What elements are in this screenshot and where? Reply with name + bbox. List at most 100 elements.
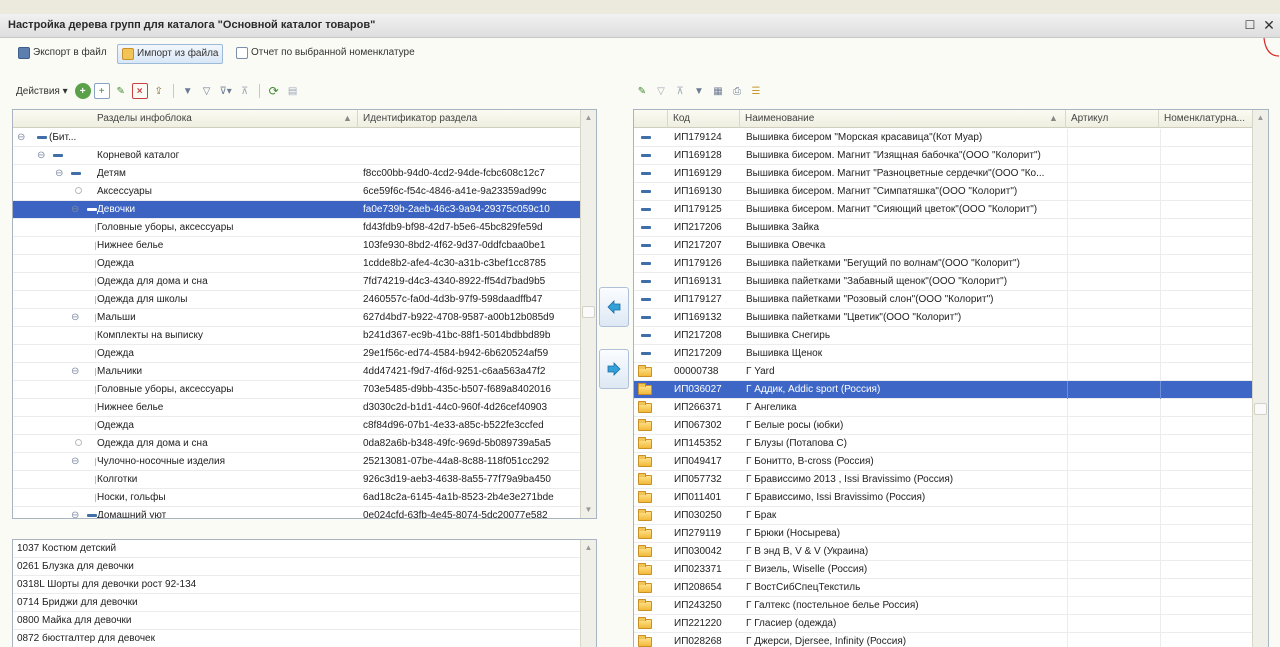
col-section-id[interactable]: Идентификатор раздела bbox=[359, 110, 582, 128]
scroll-down-icon[interactable]: ▼ bbox=[581, 502, 596, 518]
col-sections[interactable]: Разделы инфоблока bbox=[13, 110, 358, 128]
add-group-icon[interactable]: + bbox=[93, 83, 110, 99]
tree-row[interactable]: ⊖ Мальши 627d4bd7-b922-4708-9587-a00b12b08… bbox=[13, 309, 582, 327]
grid-row[interactable]: ИП169130 Вышивка бисером. Магнит "Симпатя… bbox=[634, 183, 1254, 201]
tree-row[interactable]: ⊖ Мальчики 4dd47421-f9d7-4f6d-9251-c6aa563… bbox=[13, 363, 582, 381]
col-name[interactable]: Наименование bbox=[741, 110, 1066, 128]
close-button[interactable]: ✕ bbox=[1262, 18, 1276, 32]
collapse-icon[interactable]: ⊖ bbox=[71, 201, 79, 218]
collapse-icon[interactable]: ⊖ bbox=[71, 309, 79, 326]
filter-history-icon[interactable]: ⊽▾ bbox=[218, 83, 234, 99]
clear-filter-icon[interactable]: ⊼ bbox=[237, 83, 253, 99]
edit-pencil-icon[interactable]: ✎ bbox=[634, 83, 650, 99]
edit-pencil-icon[interactable]: ✎ bbox=[113, 83, 129, 99]
tree-row[interactable]: ⊖ Домашний уют 0e024cfd-63fb-4e45-8074-5dc… bbox=[13, 507, 582, 518]
col-code[interactable]: Код bbox=[669, 110, 740, 128]
collapse-icon[interactable]: ⊖ bbox=[71, 363, 79, 380]
move-icon[interactable]: ⇪ bbox=[151, 83, 167, 99]
delete-icon[interactable]: × bbox=[131, 83, 148, 99]
grid-row[interactable]: 00000738 Г Yard bbox=[634, 363, 1254, 381]
grid-row[interactable]: ИП169129 Вышивка бисером. Магнит "Разноцв… bbox=[634, 165, 1254, 183]
grid-row[interactable]: ИП145352 Г Блузы (Потапова С) bbox=[634, 435, 1254, 453]
tree-row[interactable]: Одежда для дома и сна 0da82a6b-b348-49fc-… bbox=[13, 435, 582, 453]
grid-row[interactable]: ИП057732 Г Брависсимо 2013 , Issi Braviss… bbox=[634, 471, 1254, 489]
tree-row[interactable]: Одежда для дома и сна 7fd74219-d4c3-4340-… bbox=[13, 273, 582, 291]
tree-row[interactable]: Комплекты на выписку b241d367-ec9b-41bc-8… bbox=[13, 327, 582, 345]
properties-icon[interactable]: ▦ bbox=[710, 83, 726, 99]
grid-row[interactable]: ИП217207 Вышивка Овечка bbox=[634, 237, 1254, 255]
grid-row[interactable]: ИП028268 Г Джерси, Djersee, Infinity (Рос… bbox=[634, 633, 1254, 647]
collapse-icon[interactable]: ⊖ bbox=[55, 165, 63, 182]
filter-by-value-icon[interactable]: ▽ bbox=[199, 83, 215, 99]
list-item[interactable]: 0318L Шорты для девочки рост 92-134 bbox=[13, 576, 582, 594]
list-item[interactable]: 0872 бюстгалтер для девочек bbox=[13, 630, 582, 647]
move-right-button[interactable] bbox=[599, 349, 629, 389]
collapse-icon[interactable]: ⊖ bbox=[71, 453, 79, 470]
grid-row[interactable]: ИП067302 Г Белые росы (юбки) bbox=[634, 417, 1254, 435]
grid-row[interactable]: ИП279119 Г Брюки (Носырева) bbox=[634, 525, 1254, 543]
grid-row[interactable]: ИП243250 Г Галтекс (постельное белье Росс… bbox=[634, 597, 1254, 615]
export-button[interactable]: Экспорт в файл bbox=[14, 44, 111, 64]
tree-row[interactable]: Одежда c8f84d96-07b1-4e33-a85c-b522fe3ccf… bbox=[13, 417, 582, 435]
tree-row[interactable]: Нижнее белье d3030c2d-b1d1-44c0-960f-4d26… bbox=[13, 399, 582, 417]
col-nomenclature[interactable]: Номенклатурна... bbox=[1160, 110, 1253, 128]
tree-row[interactable]: Головные уборы, аксессуары fd43fdb9-bf98-… bbox=[13, 219, 582, 237]
grid-row[interactable]: ИП179126 Вышивка пайетками "Бегущий по во… bbox=[634, 255, 1254, 273]
tree-row[interactable]: ⊖ Девочки fa0e739b-2aeb-46c3-9a94-29375c05… bbox=[13, 201, 582, 219]
maximize-button[interactable]: ☐ bbox=[1243, 18, 1257, 32]
add-icon[interactable]: + bbox=[74, 83, 91, 99]
collapse-icon[interactable]: ⊖ bbox=[37, 147, 45, 164]
col-article[interactable]: Артикул bbox=[1067, 110, 1159, 128]
tree-row[interactable]: ⊖ Корневой каталог bbox=[13, 147, 582, 165]
tree-row[interactable]: ⊖ (Бит... bbox=[13, 129, 582, 147]
actions-menu[interactable]: Действия ▾ bbox=[16, 86, 68, 97]
list-item[interactable]: 0261 Блузка для девочки bbox=[13, 558, 582, 576]
list-item[interactable]: 1037 Костюм детский bbox=[13, 540, 582, 558]
grid-row[interactable]: ИП221220 Г Гласиер (одежда) bbox=[634, 615, 1254, 633]
grid-row[interactable]: ИП266371 Г Ангелика bbox=[634, 399, 1254, 417]
filter-icon[interactable]: ▼ bbox=[180, 83, 196, 99]
tree-row[interactable]: Одежда 1cdde8b2-afe4-4c30-a31b-c3bef1cc87… bbox=[13, 255, 582, 273]
grid-row[interactable]: ИП036027 Г Аддик, Addic sport (Россия) bbox=[634, 381, 1254, 399]
list-item[interactable]: 0714 Бриджи для девочки bbox=[13, 594, 582, 612]
scroll-thumb[interactable] bbox=[582, 306, 595, 318]
grid-row[interactable]: ИП217209 Вышивка Щенок bbox=[634, 345, 1254, 363]
tree-row[interactable]: Нижнее белье 103fe930-8bd2-4f62-9d37-0ddf… bbox=[13, 237, 582, 255]
tree-row[interactable]: Аксессуары 6ce59f6c-f54c-4846-a41e-9a2335… bbox=[13, 183, 582, 201]
grid-row[interactable]: ИП179127 Вышивка пайетками "Розовый слон"… bbox=[634, 291, 1254, 309]
tree-row[interactable]: Колготки 926c3d19-aeb3-4638-8a55-77f79a9b… bbox=[13, 471, 582, 489]
tree-row[interactable]: Одежда 29e1f56c-ed74-4584-b942-6b620524af… bbox=[13, 345, 582, 363]
scroll-up-icon[interactable]: ▲ bbox=[1253, 110, 1268, 126]
grid-row[interactable]: ИП030250 Г Брак bbox=[634, 507, 1254, 525]
filter-by-value-icon[interactable]: ▼ bbox=[691, 83, 707, 99]
scroll-up-icon[interactable]: ▲ bbox=[581, 540, 596, 556]
collapse-icon[interactable]: ⊖ bbox=[17, 129, 25, 146]
grid-row[interactable]: ИП030042 Г В энд В, V & V (Украина) bbox=[634, 543, 1254, 561]
filter-icon[interactable]: ▽ bbox=[653, 83, 669, 99]
tree-row[interactable]: Одежда для школы 2460557c-fa0d-4d3b-97f9-… bbox=[13, 291, 582, 309]
report-button[interactable]: Отчет по выбранной номенклатуре bbox=[232, 44, 419, 64]
scroll-thumb[interactable] bbox=[1254, 403, 1267, 415]
grid-row[interactable]: ИП217206 Вышивка Зайка bbox=[634, 219, 1254, 237]
grid-scrollbar[interactable]: ▲ bbox=[1252, 110, 1268, 647]
collapse-icon[interactable]: ⊖ bbox=[71, 507, 79, 518]
hierarchy-icon[interactable]: ▤ bbox=[285, 83, 301, 99]
grid-row[interactable]: ИП011401 Г Брависсимо, Issi Bravissimo (Р… bbox=[634, 489, 1254, 507]
output-list-icon[interactable]: ☰ bbox=[748, 83, 764, 99]
grid-row[interactable]: ИП023371 Г Визель, Wiselle (Россия) bbox=[634, 561, 1254, 579]
refresh-icon[interactable]: ⟳ bbox=[266, 83, 282, 99]
tree-row[interactable]: ⊖ Детям f8cc00bb-94d0-4cd2-94de-fcbc608c12… bbox=[13, 165, 582, 183]
grid-row[interactable]: ИП217208 Вышивка Снегирь bbox=[634, 327, 1254, 345]
grid-row[interactable]: ИП049417 Г Бонитто, B-cross (Россия) bbox=[634, 453, 1254, 471]
grid-row[interactable]: ИП179124 Вышивка бисером "Морская красави… bbox=[634, 129, 1254, 147]
grid-row[interactable]: ИП169132 Вышивка пайетками "Цветик"(ООО "… bbox=[634, 309, 1254, 327]
list-item[interactable]: 0800 Майка для девочки bbox=[13, 612, 582, 630]
tree-row[interactable]: ⊖ Чулочно-носочные изделия 25213081-07be-4… bbox=[13, 453, 582, 471]
tree-row[interactable]: Головные уборы, аксессуары 703e5485-d9bb-… bbox=[13, 381, 582, 399]
grid-row[interactable]: ИП208654 Г ВостСибСпецТекстиль bbox=[634, 579, 1254, 597]
print-icon[interactable]: ⎙ bbox=[729, 83, 745, 99]
grid-row[interactable]: ИП169131 Вышивка пайетками "Забавный щено… bbox=[634, 273, 1254, 291]
scroll-up-icon[interactable]: ▲ bbox=[581, 110, 596, 126]
grid-row[interactable]: ИП179125 Вышивка бисером. Магнит "Сияющий… bbox=[634, 201, 1254, 219]
clear-filter-icon[interactable]: ⊼ bbox=[672, 83, 688, 99]
